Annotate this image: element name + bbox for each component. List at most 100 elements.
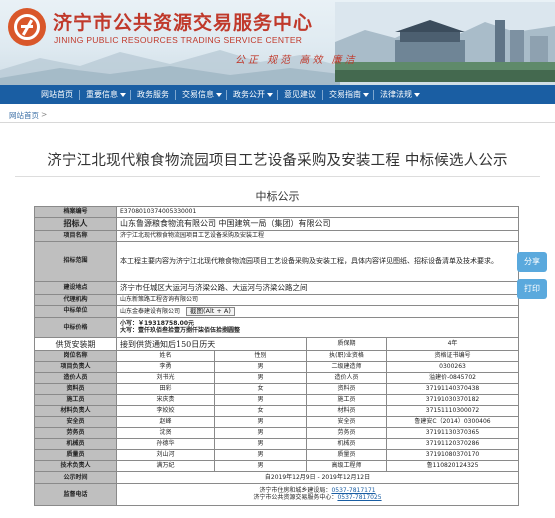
print-button[interactable]: 打印 [517,279,547,299]
table-row: 招标人 山东鲁源粮食物流有限公司 中国建筑一局（集团）有限公司 [34,217,520,231]
table-row: 代理机构 山东新策路工程咨询有限公司 [34,294,520,306]
col-cert: 资格证书编号 [385,350,520,363]
nav-item-laws[interactable]: 法律法规 [374,85,424,104]
staff-name: 赵峰 [116,416,215,429]
staff-role: 安全员 [34,416,117,429]
table-header-row: 岗位名称 姓名 性别 执(职)业资格 资格证书编号 [34,350,520,363]
staff-role: 施工员 [34,394,117,407]
schedule-label: 供货安装期 [34,337,117,352]
table-row: 材料负责人 李姣姣 女 材料员 37151110300072 [34,405,520,418]
table-row: 项目名称 济宁江北现代粮食物流园项目工艺设备采购及安装工程 [34,230,520,242]
staff-role: 质量员 [34,449,117,462]
project-name-label: 项目名称 [34,230,117,242]
staff-cert: 37191080370170 [385,449,520,462]
staff-role: 技术负责人 [34,460,117,473]
staff-role: 项目负责人 [34,361,117,374]
staff-qualification: 劳务员 [306,427,387,440]
nav-item-home[interactable]: 网站首页 [35,85,79,104]
staff-name: 宋庆贵 [116,394,215,407]
staff-qualification: 材料员 [306,405,387,418]
breadcrumb-separator: > [41,110,48,119]
staff-gender: 男 [214,460,307,473]
warranty-label: 质保期 [306,337,387,352]
staff-role: 造价人员 [34,372,117,385]
supervision-cell: 济宁市住房和城乡建设局：0537-7817171 济宁市公共资源交易服务中心：0… [115,483,520,507]
table-row: 资料员 田彩 女 资料员 37191140370438 [34,383,520,396]
staff-cert: 溢建价-0845702 [385,372,520,385]
staff-gender: 男 [214,427,307,440]
nav-item-public-affairs[interactable]: 政务公开 [227,85,277,104]
divider [0,122,555,123]
staff-name: 刘书光 [116,372,215,385]
staff-qualification: 机械员 [306,438,387,451]
publicity-label: 公示时间 [34,471,117,485]
archive-no-value: E3708010374005330001 [115,206,520,218]
col-role: 岗位名称 [34,350,117,363]
share-button[interactable]: 分享 [517,252,547,272]
table-row: 公示时间 自2019年12月9日 - 2019年12月12日 [34,471,520,485]
col-name: 姓名 [116,350,215,363]
supervision-label: 监督电话 [34,483,117,507]
staff-cert: 0300263 [385,361,520,374]
tenderer-label: 招标人 [34,217,117,231]
location-label: 建设地点 [34,281,117,295]
staff-cert: 37191130370365 [385,427,520,440]
price-uppercase: 大写：壹仟玖佰叁拾壹万捌仟柒佰伍拾捌圆整 [120,326,241,334]
site-slogan: 公正 规范 高效 廉洁 [235,55,358,66]
staff-gender: 女 [214,405,307,418]
divider [15,176,540,177]
header-banner: 济宁市公共资源交易服务中心 JINING PUBLIC RESOURCES TR… [0,0,555,85]
staff-gender: 男 [214,438,307,451]
table-row: 中标单位 山东金泰建设有限公司 截图(Alt + A) [34,304,520,319]
staff-cert: 37191120370286 [385,438,520,451]
table-row: 劳务员 沈贤 男 劳务员 37191130370365 [34,427,520,440]
col-qualification: 执(职)业资格 [306,350,387,363]
warranty-value: 4年 [385,337,520,352]
nav-item-trading-info[interactable]: 交易信息 [176,85,226,104]
staff-cert: 鲁建安C（2014）0300406 [385,416,520,429]
nav-item-trading-guide[interactable]: 交易指南 [323,85,373,104]
nav-item-government-services[interactable]: 政务服务 [131,85,175,104]
nav-item-feedback[interactable]: 意见建议 [278,85,322,104]
supervision-line2-prefix: 济宁市公共资源交易服务中心： [253,493,338,501]
schedule-value: 接到供货通知后150日历天 [116,337,307,352]
staff-role: 劳务员 [34,427,117,440]
site-title: 济宁市公共资源交易服务中心 [53,12,314,34]
table-row: 安全员 赵峰 男 安全员 鲁建安C（2014）0300406 [34,416,520,429]
nav-item-important-info[interactable]: 重要信息 [80,85,130,104]
tenderer-value: 山东鲁源粮食物流有限公司 中国建筑一局（集团）有限公司 [115,217,520,231]
staff-gender: 男 [214,361,307,374]
staff-gender: 男 [214,394,307,407]
table-row: 项目负责人 李勇 男 二级建造师 0300263 [34,361,520,374]
project-name-value: 济宁江北现代粮食物流园项目工艺设备采购及安装工程 [115,230,520,242]
table-row: 档案编号 E3708010374005330001 [34,206,520,218]
staff-name: 李姣姣 [116,405,215,418]
publicity-value: 自2019年12月9日 - 2019年12月12日 [115,471,520,485]
staff-name: 刘山河 [116,449,215,462]
scope-value: 本工程主要内容为济宁江北现代粮食物流园项目工艺设备采购及安装工程，具体内容详见图… [115,241,520,282]
staff-qualification: 施工员 [306,394,387,407]
col-gender: 性别 [214,350,307,363]
winner-cell: 山东金泰建设有限公司 截图(Alt + A) [115,304,520,319]
notice-heading: 中标公示 [255,190,300,203]
table-row: 技术负责人 满万纪 男 高级工程师 鲁110820124325 [34,460,520,473]
staff-qualification: 资料员 [306,383,387,396]
staff-name: 孙德华 [116,438,215,451]
staff-cert: 37151110300072 [385,405,520,418]
breadcrumb: 网站首页 > [9,110,47,121]
archive-no-label: 档案编号 [34,206,117,218]
staff-qualification: 二级建造师 [306,361,387,374]
price-label: 中标价格 [34,317,117,339]
staff-cert: 鲁110820124325 [385,460,520,473]
staff-cert: 37191030370182 [385,394,520,407]
staff-gender: 女 [214,383,307,396]
supervision-phone-2[interactable]: 0537-7817025 [337,494,381,501]
table-row: 供货安装期 接到供货通知后150日历天 质保期 4年 [34,337,520,352]
staff-qualification: 质量员 [306,449,387,462]
staff-qualification: 造价人员 [306,372,387,385]
breadcrumb-home-link[interactable]: 网站首页 [9,110,39,121]
staff-gender: 男 [214,372,307,385]
site-logo[interactable] [8,8,46,46]
table-row: 质量员 刘山河 男 质量员 37191080370170 [34,449,520,462]
staff-gender: 男 [214,416,307,429]
